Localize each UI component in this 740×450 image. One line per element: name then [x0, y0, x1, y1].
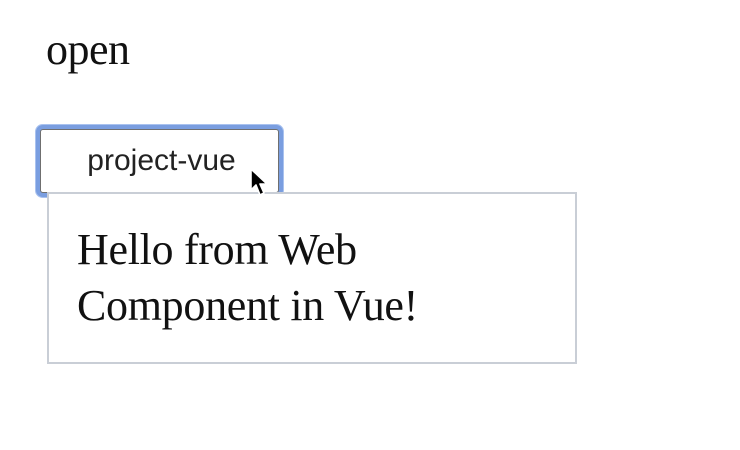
panel-message: Hello from Web Component in Vue!: [77, 225, 418, 330]
web-component-panel: Hello from Web Component in Vue!: [47, 192, 577, 364]
project-vue-button[interactable]: project-vue: [40, 129, 279, 193]
state-label: open: [46, 25, 130, 74]
project-vue-button-label: project-vue: [87, 144, 236, 177]
